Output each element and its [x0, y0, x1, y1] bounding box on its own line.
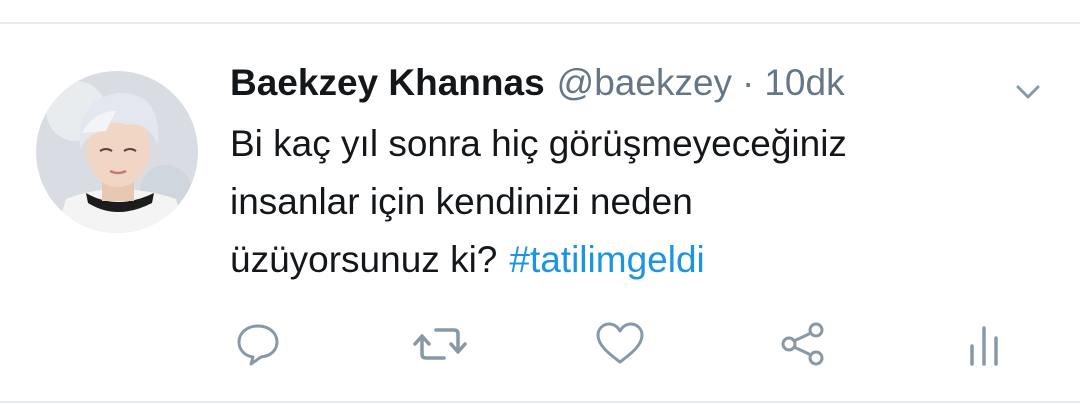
tweet-header: Baekzey Khannas @baekzey · 10dk	[230, 58, 845, 108]
bottom-divider	[0, 401, 1080, 403]
analytics-icon	[970, 326, 998, 366]
chevron-down-icon[interactable]	[1010, 74, 1046, 110]
reply-icon	[237, 324, 279, 366]
heart-icon	[596, 322, 644, 364]
tweet-text-line: insanlar için kendinizi neden	[230, 181, 693, 222]
tweet-text-fragment: üzüyorsunuz ki?	[230, 239, 498, 280]
retweet-button[interactable]	[412, 316, 468, 372]
tweet-text-line: üzüyorsunuz ki? #tatilimgeldi	[230, 231, 1030, 289]
timestamp[interactable]: 10dk	[764, 58, 844, 108]
avatar[interactable]	[36, 71, 198, 233]
author-handle[interactable]: @baekzey	[557, 58, 732, 108]
share-icon	[781, 322, 824, 366]
avatar-image	[36, 71, 198, 233]
hashtag-link[interactable]: #tatilimgeldi	[509, 239, 704, 280]
tweet-text: Bi kaç yıl sonra hiç görüşmeyeceğiniz in…	[230, 115, 1030, 289]
tweet-text-line: Bi kaç yıl sonra hiç görüşmeyeceğiniz	[230, 123, 847, 164]
like-button[interactable]	[592, 316, 648, 372]
separator-dot: ·	[742, 62, 755, 103]
retweet-icon	[413, 328, 467, 360]
reply-button[interactable]	[230, 316, 286, 372]
author-name[interactable]: Baekzey Khannas	[230, 58, 545, 108]
analytics-button[interactable]	[956, 316, 1012, 372]
tweet[interactable]: Baekzey Khannas @baekzey · 10dk Bi kaç y…	[0, 24, 1080, 401]
share-button[interactable]	[774, 316, 830, 372]
tweet-actions	[0, 316, 1080, 376]
